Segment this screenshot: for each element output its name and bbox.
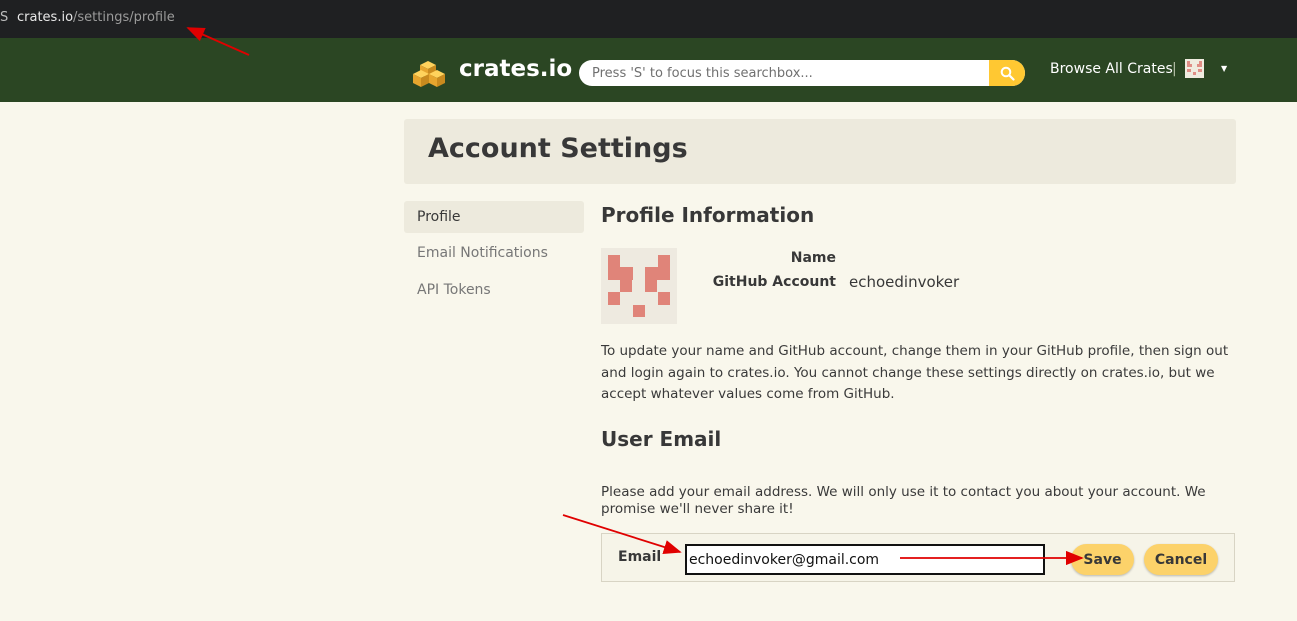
profile-help-text: To update your name and GitHub account, … bbox=[601, 343, 1229, 402]
save-button[interactable]: Save bbox=[1071, 544, 1134, 575]
github-account-value: echoedinvoker bbox=[849, 273, 960, 291]
sidebar-item-email-notifications[interactable]: Email Notifications bbox=[404, 237, 584, 269]
url-host: crates.io bbox=[17, 10, 74, 25]
browse-all-crates-link[interactable]: Browse All Crates bbox=[1050, 61, 1173, 77]
github-account-label: GitHub Account bbox=[712, 274, 836, 290]
page-title-box: Account Settings bbox=[404, 119, 1236, 184]
crates-logo-icon[interactable] bbox=[412, 55, 446, 89]
email-input[interactable] bbox=[685, 544, 1045, 575]
cancel-button[interactable]: Cancel bbox=[1144, 544, 1218, 575]
search-box bbox=[579, 60, 1025, 86]
site-header: crates.io Browse All Crates | ▼ bbox=[0, 38, 1297, 102]
browser-url-bar[interactable]: S crates.io/settings/profile bbox=[0, 0, 1297, 40]
user-avatar[interactable] bbox=[1185, 59, 1204, 78]
site-info-icon[interactable]: S bbox=[0, 10, 8, 25]
search-button[interactable] bbox=[989, 60, 1025, 86]
header-separator: | bbox=[1172, 61, 1177, 77]
url-text[interactable]: crates.io/settings/profile bbox=[17, 10, 175, 25]
sidebar-item-profile[interactable]: Profile bbox=[404, 201, 584, 233]
sidebar-item-api-tokens[interactable]: API Tokens bbox=[404, 274, 584, 306]
email-help-text: Please add your email address. We will o… bbox=[601, 484, 1206, 517]
search-input[interactable] bbox=[579, 60, 989, 86]
email-label: Email bbox=[618, 549, 662, 565]
url-path: /settings/profile bbox=[73, 10, 175, 25]
user-email-heading: User Email bbox=[601, 427, 722, 451]
brand-link[interactable]: crates.io bbox=[459, 56, 572, 82]
profile-avatar bbox=[601, 248, 677, 324]
user-menu-chevron-icon[interactable]: ▼ bbox=[1221, 64, 1227, 73]
search-icon bbox=[1000, 66, 1015, 81]
name-label: Name bbox=[790, 250, 836, 266]
page-title: Account Settings bbox=[428, 133, 688, 164]
email-form: Email Save Cancel bbox=[601, 533, 1235, 582]
profile-information-heading: Profile Information bbox=[601, 203, 815, 227]
